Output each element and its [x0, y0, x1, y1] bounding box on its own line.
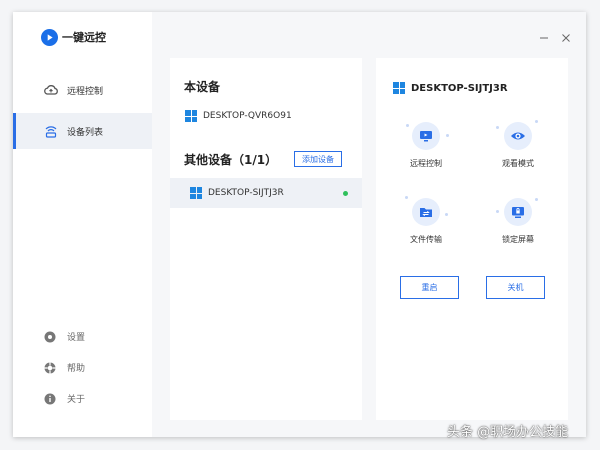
remote-control-action[interactable]: 远程控制: [391, 122, 461, 169]
sidebar-item-settings[interactable]: 设置: [13, 325, 152, 347]
action-icon-wrap: [405, 196, 448, 226]
help-icon: [43, 360, 57, 374]
detail-device-title: DESKTOP-SIJTJ3R: [393, 82, 508, 94]
lock-screen-icon: [512, 207, 524, 218]
sidebar-item-label: 设置: [67, 332, 86, 343]
sparkle: [496, 126, 499, 129]
sidebar-item-label: 设备列表: [67, 127, 104, 138]
detail-device-name: DESKTOP-SIJTJ3R: [411, 82, 508, 94]
sidebar-item-label: 关于: [67, 394, 86, 405]
sparkle: [535, 198, 538, 201]
app-window: 一键远控 远程控制 设备列表 设置 帮助 关于 本设备 DESKTOP-QVR6…: [13, 12, 586, 437]
sparkle: [535, 120, 538, 123]
this-device-title: 本设备: [184, 80, 221, 94]
device-list-item-content: DESKTOP-SIJTJ3R: [190, 187, 284, 199]
action-icon-wrap: [496, 198, 538, 226]
online-status-dot: [343, 191, 348, 196]
this-device-row: DESKTOP-QVR6O91: [185, 110, 292, 122]
action-icon-wrap: [406, 122, 449, 150]
sparkle: [445, 213, 448, 216]
close-button[interactable]: [560, 29, 572, 42]
cloud-icon: [43, 82, 59, 98]
app-logo: 一键远控: [41, 28, 106, 46]
close-icon: [562, 34, 570, 42]
this-device-name: DESKTOP-QVR6O91: [203, 111, 292, 121]
windows-icon: [190, 187, 202, 199]
remote-desktop-icon: [420, 131, 432, 142]
action-icon-wrap: [496, 120, 538, 150]
app-title: 一键远控: [62, 31, 106, 44]
other-devices-title: 其他设备（1/1）: [184, 153, 278, 167]
eye-icon: [511, 132, 525, 140]
sidebar-item-about[interactable]: 关于: [13, 387, 152, 409]
sparkle: [406, 124, 409, 127]
sparkle: [446, 134, 449, 137]
lock-screen-action[interactable]: 锁定屏幕: [483, 198, 553, 245]
windows-icon: [185, 110, 197, 122]
sidebar-item-remote-control[interactable]: 远程控制: [13, 72, 152, 108]
sparkle: [496, 210, 499, 213]
action-label: 锁定屏幕: [502, 235, 534, 244]
sidebar-item-label: 远程控制: [67, 86, 104, 97]
file-transfer-action[interactable]: 文件传输: [391, 196, 461, 245]
device-list-icon: [43, 123, 59, 139]
sparkle: [405, 196, 408, 199]
restart-button[interactable]: 重启: [400, 276, 459, 299]
action-label: 远程控制: [410, 159, 442, 168]
add-device-button[interactable]: 添加设备: [294, 151, 342, 167]
device-name: DESKTOP-SIJTJ3R: [208, 188, 284, 198]
action-label: 观看模式: [502, 159, 534, 168]
sidebar-item-help[interactable]: 帮助: [13, 356, 152, 378]
windows-icon: [393, 82, 405, 94]
minimize-button[interactable]: [538, 29, 550, 41]
gear-icon: [43, 329, 57, 343]
sidebar-item-device-list[interactable]: 设备列表: [13, 113, 152, 149]
info-icon: [43, 391, 57, 405]
action-label: 文件传输: [410, 235, 442, 244]
folder-transfer-icon: [420, 208, 432, 217]
device-list-item[interactable]: DESKTOP-SIJTJ3R: [170, 178, 362, 208]
play-logo-icon: [41, 28, 58, 46]
view-mode-action[interactable]: 观看模式: [483, 120, 553, 169]
watermark-text: 头条 @职场办公技能: [447, 425, 569, 440]
sidebar: 一键远控 远程控制 设备列表 设置 帮助 关于: [13, 12, 152, 437]
shutdown-button[interactable]: 关机: [486, 276, 545, 299]
device-detail-panel: DESKTOP-SIJTJ3R 远程控制 观看模式 文件传输 锁定屏幕 重启 关…: [376, 58, 568, 420]
device-list-panel: 本设备 DESKTOP-QVR6O91 其他设备（1/1） 添加设备 DESKT…: [170, 58, 362, 420]
sidebar-item-label: 帮助: [67, 363, 86, 374]
